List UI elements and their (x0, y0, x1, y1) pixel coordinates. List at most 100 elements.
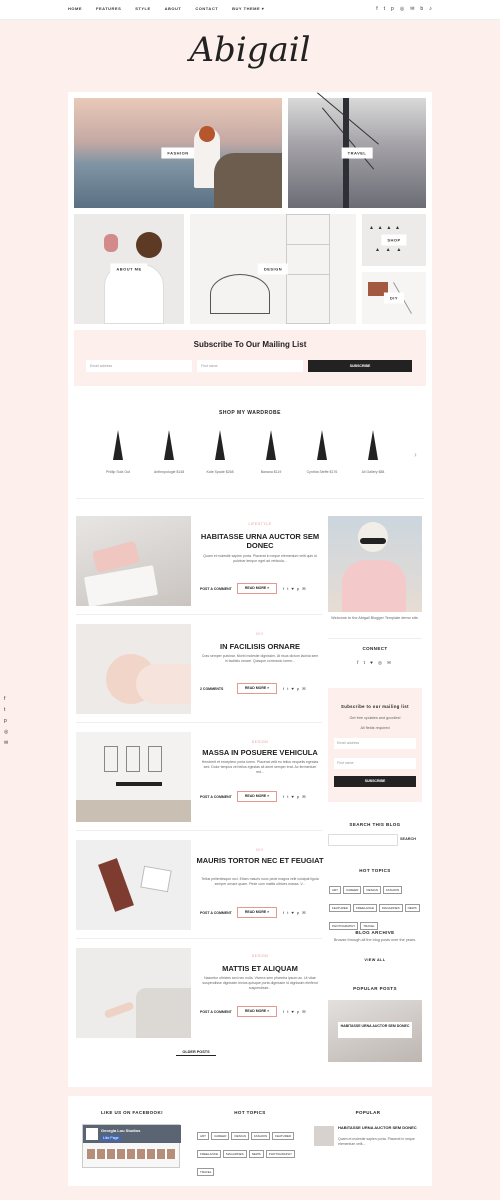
post-share-icons[interactable]: f t ♥ p ✉ (283, 686, 307, 691)
post-share-icons[interactable]: f t ♥ p ✉ (283, 910, 307, 915)
tag[interactable]: DESIGN (231, 1132, 249, 1140)
tag[interactable]: TRAVEL (197, 1168, 215, 1176)
featured-design[interactable]: DESIGN (190, 214, 356, 324)
wardrobe-item[interactable] (98, 428, 138, 472)
email-icon[interactable]: ✉ (410, 6, 414, 12)
tag[interactable]: ART (329, 886, 341, 894)
tag[interactable]: FEATURED (272, 1132, 295, 1140)
nav-contact[interactable]: CONTACT (195, 6, 218, 11)
subscribe-button[interactable]: SUBSCRIBE (308, 360, 412, 372)
sidebar-search-input[interactable] (328, 834, 398, 846)
post-title[interactable]: MAURIS TORTOR NEC ET FEUGIAT (196, 856, 324, 865)
search-icon[interactable]: ⌕ (429, 6, 432, 12)
nav-about[interactable]: ABOUT (165, 6, 182, 11)
tag[interactable]: FASHION (250, 1132, 271, 1140)
read-more-button[interactable]: READ MORE » (237, 683, 277, 694)
tag[interactable]: FREELANCE (352, 904, 377, 912)
tag[interactable]: ART (197, 1132, 209, 1140)
twitter-icon[interactable]: t (384, 6, 385, 12)
sidebar-name-field[interactable]: First name (334, 758, 416, 769)
facebook-widget[interactable]: Georgia Lou Studios Like Page (82, 1124, 181, 1168)
wardrobe-item[interactable] (251, 428, 291, 472)
tag[interactable]: FREELANCE (197, 1150, 222, 1158)
tag[interactable]: NEWS (248, 1150, 264, 1158)
facebook-icon[interactable]: f (376, 6, 377, 12)
nav-buy-theme[interactable]: BUY THEME ▾ (232, 6, 264, 11)
read-more-button[interactable]: READ MORE » (237, 1006, 277, 1017)
tag[interactable]: FEATURED (329, 904, 351, 912)
popular-post-card[interactable]: HABITASSE URNA AUCTOR SEM DONEC (328, 1000, 422, 1062)
nav-style[interactable]: STYLE (135, 6, 150, 11)
bloglovin-icon[interactable]: b (420, 6, 423, 12)
post-category[interactable]: LIFESTYLE (200, 522, 320, 526)
post-comments-link[interactable]: POST A COMMENT (200, 1010, 232, 1014)
tag[interactable]: TRAVEL (360, 922, 378, 930)
post-image[interactable] (76, 948, 191, 1038)
instagram-icon[interactable]: ◎ (400, 6, 404, 12)
featured-travel[interactable]: TRAVEL (288, 92, 426, 208)
footer-popular-thumb[interactable] (314, 1126, 334, 1146)
email-field[interactable]: Email address (86, 360, 192, 372)
post-comments-link[interactable]: POST A COMMENT (200, 911, 232, 915)
connect-social-icons[interactable]: f t ♥ ◎ ✉ (330, 660, 420, 666)
read-more-button[interactable]: READ MORE » (237, 907, 277, 918)
featured-about-me[interactable]: ABOUT ME (74, 214, 184, 324)
post-image[interactable] (76, 516, 191, 607)
post-share-icons[interactable]: f t ♥ p ✉ (283, 586, 307, 591)
tag[interactable]: PHOTOGRAPHY (265, 1150, 295, 1158)
older-posts-link[interactable]: OLDER POSTS (176, 1050, 216, 1056)
nav-features[interactable]: FEATURES (96, 6, 121, 11)
sidebar-subscribe-button[interactable]: SUBSCRIBE (334, 776, 416, 787)
tag[interactable]: DESIGN (363, 886, 381, 894)
facebook-like-button[interactable]: Like Page (101, 1135, 121, 1141)
post-category[interactable]: DESIGN (200, 740, 320, 744)
nav-home[interactable]: HOME (68, 6, 82, 11)
sidebar-search-button[interactable]: SEARCH (400, 837, 416, 841)
post-comments-link[interactable]: POST A COMMENT (200, 795, 232, 799)
wardrobe-item[interactable] (353, 428, 393, 472)
pinterest-icon[interactable]: p (4, 718, 8, 724)
featured-diy[interactable]: DIY (362, 272, 426, 324)
email-icon[interactable]: ✉ (4, 740, 8, 746)
post-share-icons[interactable]: f t ♥ p ✉ (283, 1009, 307, 1014)
featured-shop[interactable]: ▴ ▴ ▴ ▴ ▴ ▴ ▴ SHOP (362, 214, 426, 266)
divider (76, 938, 322, 939)
tag[interactable]: CAREER (342, 886, 362, 894)
tag[interactable]: MAGAZINES (378, 904, 403, 912)
post-image[interactable] (76, 732, 191, 822)
post-category[interactable]: DIY (200, 632, 320, 636)
twitter-icon[interactable]: t (4, 707, 8, 713)
site-logo[interactable]: Abigail (0, 30, 500, 70)
read-more-button[interactable]: READ MORE » (237, 791, 277, 802)
wardrobe-item[interactable] (149, 428, 189, 472)
sidebar-email-field[interactable]: Email address (334, 738, 416, 749)
wardrobe-item[interactable] (200, 428, 240, 472)
first-name-field[interactable]: First name (197, 360, 303, 372)
archive-view-all-link[interactable]: VIEW ALL (326, 958, 424, 962)
post-comments-link[interactable]: 2 COMMENTS (200, 687, 223, 691)
wardrobe-next-arrow[interactable]: › (414, 450, 417, 459)
tag[interactable]: FASHION (382, 886, 403, 894)
post-title[interactable]: HABITASSE URNA AUCTOR SEM DONEC (196, 532, 324, 550)
facebook-icon[interactable]: f (4, 696, 8, 702)
tag[interactable]: MAGAZINES (223, 1150, 247, 1158)
post-share-icons[interactable]: f t ♥ p ✉ (283, 794, 307, 799)
pinterest-icon[interactable]: p (391, 6, 394, 12)
post-comments-link[interactable]: POST A COMMENT (200, 587, 232, 591)
post-title[interactable]: IN FACILISIS ORNARE (196, 642, 324, 651)
dress-image (215, 430, 225, 460)
tag[interactable]: CAREER (210, 1132, 230, 1140)
footer-popular-post-title[interactable]: HABITASSE URNA AUCTOR SEM DONEC (338, 1125, 418, 1130)
post-category[interactable]: DIY (200, 848, 320, 852)
featured-fashion[interactable]: FASHION (74, 98, 282, 208)
post-image[interactable] (76, 624, 191, 714)
post-title[interactable]: MASSA IN POSUERE VEHICULA (196, 748, 324, 757)
tag[interactable]: NEWS (404, 904, 420, 912)
read-more-button[interactable]: READ MORE » (237, 583, 277, 594)
post-category[interactable]: DESIGN (200, 954, 320, 958)
wardrobe-item[interactable] (302, 428, 342, 472)
post-image[interactable] (76, 840, 191, 930)
post-title[interactable]: MATTIS ET ALIQUAM (196, 964, 324, 973)
tag[interactable]: PHOTOGRAPHY (329, 922, 359, 930)
instagram-icon[interactable]: ◎ (4, 729, 8, 735)
